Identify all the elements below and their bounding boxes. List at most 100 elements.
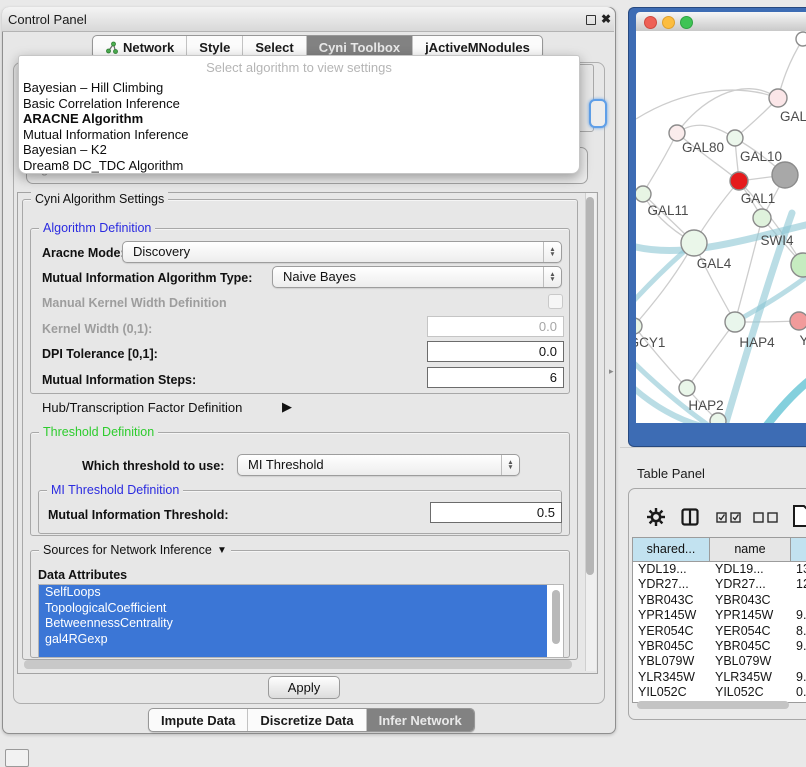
table-row[interactable]: YER054CYER054C8.: [633, 624, 806, 639]
table-cell[interactable]: YBL079W: [710, 654, 791, 669]
table-row[interactable]: YDR27...YDR27...12: [633, 577, 806, 592]
table-cell[interactable]: YBR045C: [710, 639, 791, 654]
column-header-shared[interactable]: shared...: [633, 538, 710, 561]
minimize-traffic-light[interactable]: [662, 16, 675, 29]
data-attribute-item[interactable]: TopologicalCoefficient: [39, 601, 547, 617]
network-node[interactable]: [753, 209, 771, 227]
network-node[interactable]: [636, 186, 651, 202]
mi-type-combo[interactable]: Naive Bayes ▲▼: [272, 266, 562, 288]
columns-icon[interactable]: [681, 508, 699, 526]
table-cell[interactable]: 0.: [791, 685, 806, 700]
document-icon[interactable]: [792, 504, 806, 528]
network-node[interactable]: [772, 162, 798, 188]
v-scroll-thumb[interactable]: [586, 197, 594, 575]
table-row[interactable]: YLR345WYLR345W9.: [633, 670, 806, 685]
table-row[interactable]: YBR043CYBR043C: [633, 593, 806, 608]
column-header-partial[interactable]: A: [791, 538, 806, 561]
algorithm-option[interactable]: Bayesian – Hill Climbing: [19, 80, 579, 96]
h-scroll-thumb[interactable]: [24, 660, 572, 669]
table-row[interactable]: YBL079WYBL079W: [633, 654, 806, 669]
data-attribute-item[interactable]: BetweennessCentrality: [39, 616, 547, 632]
table-cell[interactable]: YDL19...: [633, 562, 710, 577]
table-cell[interactable]: YBR045C: [633, 639, 710, 654]
table-cell[interactable]: [791, 593, 806, 608]
network-node[interactable]: [725, 312, 745, 332]
table-row[interactable]: YPR145WYPR145W9.: [633, 608, 806, 623]
data-attributes-list[interactable]: SelfLoopsTopologicalCoefficientBetweenne…: [38, 584, 564, 658]
collapse-down-icon[interactable]: ▼: [213, 545, 231, 556]
network-window-titlebar[interactable]: [636, 12, 806, 32]
float-window-icon[interactable]: [586, 15, 596, 25]
close-traffic-light[interactable]: [644, 16, 657, 29]
mi-steps-field[interactable]: 6: [427, 367, 564, 388]
network-node[interactable]: [679, 380, 695, 396]
table-cell[interactable]: 9.: [791, 670, 806, 685]
table-cell[interactable]: [791, 654, 806, 669]
manual-kernel-checkbox[interactable]: [548, 294, 563, 309]
table-cell[interactable]: YDL19...: [710, 562, 791, 577]
mi-threshold-field[interactable]: 0.5: [430, 502, 562, 523]
gear-icon[interactable]: [646, 507, 666, 527]
stepper-icon[interactable]: ▲▼: [543, 242, 561, 262]
stepper-icon[interactable]: ▲▼: [501, 455, 519, 475]
table-cell[interactable]: 8.: [791, 624, 806, 639]
table-cell[interactable]: YLR345W: [710, 670, 791, 685]
apply-button[interactable]: Apply: [268, 676, 340, 699]
network-node[interactable]: [636, 318, 642, 334]
algorithm-option[interactable]: Basic Correlation Inference: [19, 96, 579, 112]
table-cell[interactable]: 9.: [791, 639, 806, 654]
algorithm-option[interactable]: Dream8 DC_TDC Algorithm: [19, 158, 579, 174]
tab-discretize-data[interactable]: Discretize Data: [247, 709, 365, 731]
table-cell[interactable]: YLR345W: [633, 670, 710, 685]
tab-impute-data[interactable]: Impute Data: [149, 709, 247, 731]
network-node[interactable]: [791, 253, 806, 277]
network-node[interactable]: [790, 312, 806, 330]
focused-button-partial[interactable]: [589, 99, 607, 128]
table-cell[interactable]: 13: [791, 562, 806, 577]
table-cell[interactable]: YBR043C: [633, 593, 710, 608]
list-scrollbar[interactable]: [552, 590, 560, 644]
table-cell[interactable]: YDR27...: [633, 577, 710, 592]
network-node[interactable]: [769, 89, 787, 107]
table-cell[interactable]: YER054C: [633, 624, 710, 639]
zoom-traffic-light[interactable]: [680, 16, 693, 29]
aracne-mode-combo[interactable]: Discovery ▲▼: [122, 241, 562, 263]
table-cell[interactable]: YPR145W: [710, 608, 791, 623]
table-row[interactable]: YDL19...YDL19...13: [633, 562, 806, 577]
dpi-tolerance-field[interactable]: 0.0: [427, 341, 564, 362]
column-header-name[interactable]: name: [710, 538, 791, 561]
network-node[interactable]: [727, 130, 743, 146]
table-cell[interactable]: 12: [791, 577, 806, 592]
checked-boxes-icon[interactable]: [716, 512, 742, 523]
table-row[interactable]: YIL052CYIL052C0.: [633, 685, 806, 700]
unchecked-boxes-icon[interactable]: [753, 512, 779, 523]
network-canvas[interactable]: GALGAL80GAL10GAL1GAL11SWI4GAL4GCY1HAP4YH…: [636, 31, 806, 423]
algorithm-option[interactable]: Bayesian – K2: [19, 142, 579, 158]
network-node[interactable]: [669, 125, 685, 141]
table-cell[interactable]: YBR043C: [710, 593, 791, 608]
algorithm-option[interactable]: ARACNE Algorithm: [19, 111, 579, 127]
data-attribute-item[interactable]: gal4RGexp: [39, 632, 547, 648]
tab-infer-network[interactable]: Infer Network: [366, 709, 474, 731]
kernel-width-field[interactable]: 0.0: [427, 316, 564, 337]
table-row[interactable]: YBR045CYBR045C9.: [633, 639, 806, 654]
table-cell[interactable]: 9.: [791, 608, 806, 623]
table-h-scrollbar[interactable]: [637, 701, 789, 709]
network-node[interactable]: [710, 413, 726, 423]
hub-definition-label[interactable]: Hub/Transcription Factor Definition: [42, 400, 242, 415]
network-node[interactable]: [796, 32, 806, 46]
which-threshold-combo[interactable]: MI Threshold ▲▼: [237, 454, 520, 476]
algorithm-option[interactable]: Mutual Information Inference: [19, 127, 579, 143]
table-cell[interactable]: YBL079W: [633, 654, 710, 669]
table-cell[interactable]: YPR145W: [633, 608, 710, 623]
table-cell[interactable]: YIL052C: [633, 685, 710, 700]
table-cell[interactable]: YER054C: [710, 624, 791, 639]
data-attribute-item[interactable]: SelfLoops: [39, 585, 547, 601]
attribute-table[interactable]: shared... name A YDL19...YDL19...13YDR27…: [632, 537, 806, 703]
panel-corner-button[interactable]: [5, 749, 29, 767]
table-cell[interactable]: YDR27...: [710, 577, 791, 592]
network-node[interactable]: [730, 172, 748, 190]
data-attribute-item-partial[interactable]: [39, 647, 547, 657]
network-node[interactable]: [681, 230, 707, 256]
expand-right-icon[interactable]: ▶: [282, 399, 292, 415]
